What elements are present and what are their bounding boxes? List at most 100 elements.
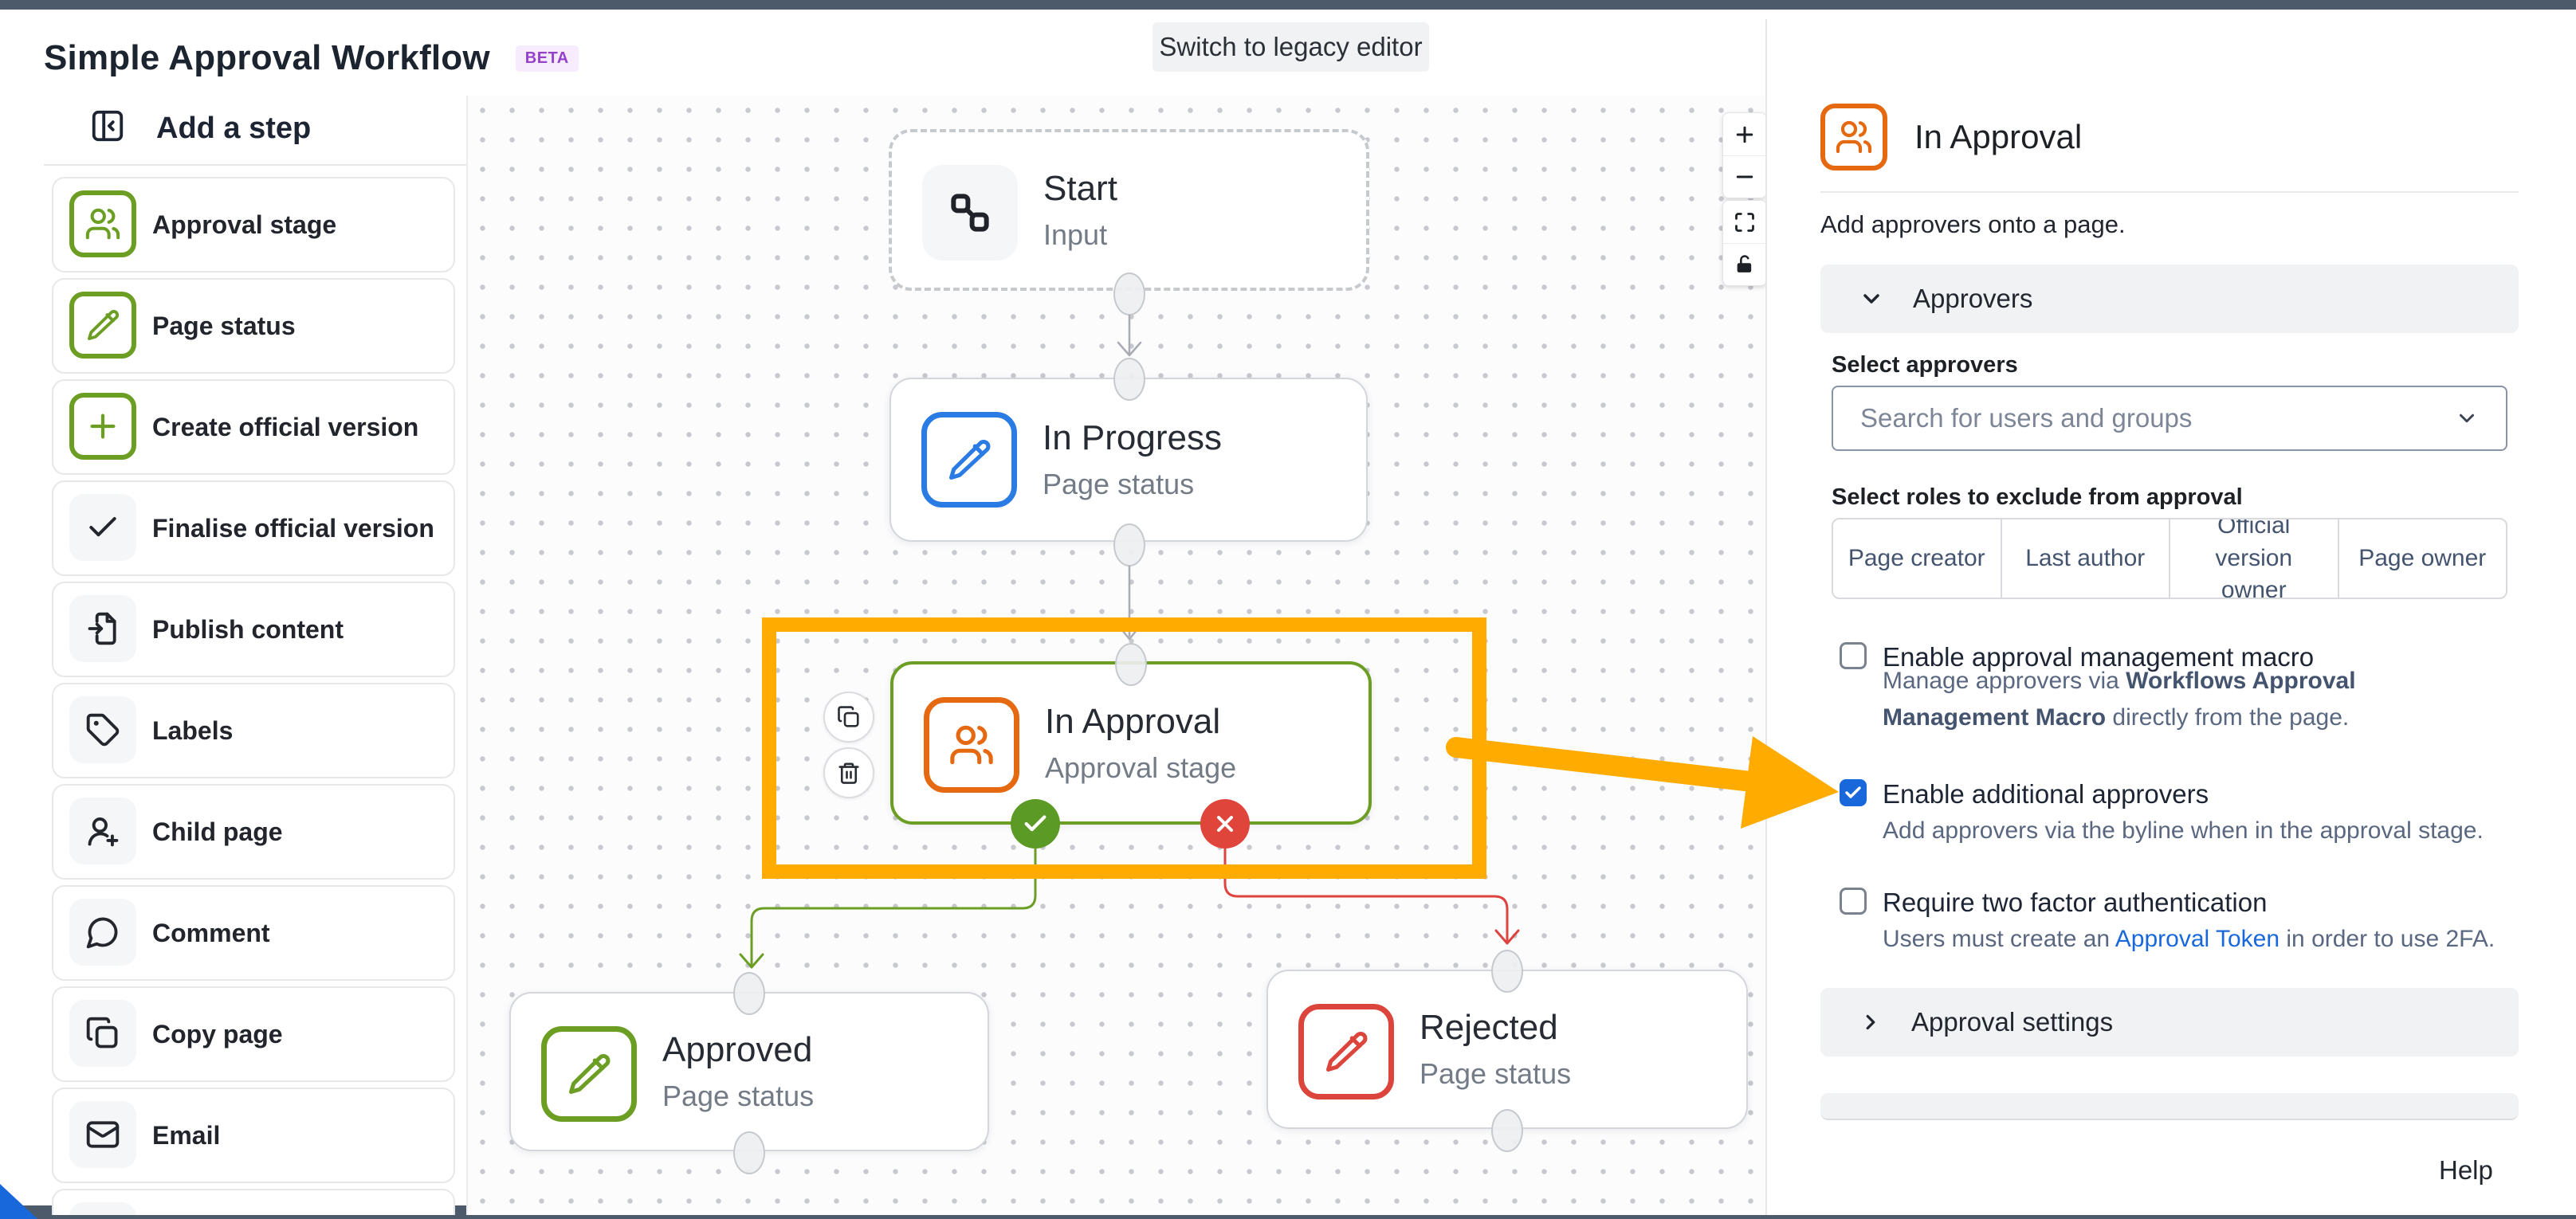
enable-additional-approvers-label: Enable additional approvers xyxy=(1883,779,2209,809)
chevron-down-icon xyxy=(2455,406,2479,430)
help-link[interactable]: Help xyxy=(2439,1155,2493,1186)
plus-icon xyxy=(69,393,136,460)
sidebar-item-copy-page[interactable]: Copy page xyxy=(52,986,455,1082)
node-approved[interactable]: Approved Page status xyxy=(509,992,989,1151)
approve-branch-icon[interactable] xyxy=(1011,799,1060,849)
workflow-editor-modal: Simple Approval Workflow BETA Switch to … xyxy=(0,10,2576,1205)
pencil-icon xyxy=(69,292,136,359)
workflow-editor: Simple Approval Workflow BETA Switch to … xyxy=(0,0,2576,1219)
role-last-author[interactable]: Last author xyxy=(2001,519,2170,598)
panel-description: Add approvers onto a page. xyxy=(1820,210,2126,239)
role-official-version-owner[interactable]: Official version owner xyxy=(2169,519,2338,598)
connector-port[interactable] xyxy=(1491,950,1523,993)
users-icon xyxy=(1820,104,1887,171)
node-subtitle: Input xyxy=(1043,218,1117,252)
sidebar-item-label: Email xyxy=(152,1121,220,1150)
comment-icon xyxy=(69,899,136,966)
require-2fa-checkbox[interactable] xyxy=(1840,888,1867,915)
sidebar-title: Add a step xyxy=(156,112,311,146)
sidebar-item-approval-stage[interactable]: Approval stage xyxy=(52,177,455,272)
add-step-sidebar: Approval stage Page status Create offici… xyxy=(24,169,467,1215)
require-2fa-description: Users must create an Approval Token in o… xyxy=(1883,921,2552,958)
node-title: In Approval xyxy=(1045,702,1236,742)
sidebar-item-label: Copy page xyxy=(152,1020,283,1049)
node-rejected[interactable]: Rejected Page status xyxy=(1266,970,1748,1129)
hidden-icon xyxy=(69,1202,136,1215)
check-icon xyxy=(69,494,136,561)
canvas-zoom-controls xyxy=(1722,112,1767,198)
node-title: Approved xyxy=(662,1030,814,1070)
sidebar-item-finalise-official-version[interactable]: Finalise official version xyxy=(52,480,455,576)
zoom-out-icon[interactable] xyxy=(1723,155,1766,198)
fit-view-icon[interactable] xyxy=(1723,201,1766,243)
node-subtitle: Page status xyxy=(662,1080,814,1113)
connector-port[interactable] xyxy=(1113,272,1145,316)
node-title: In Progress xyxy=(1043,418,1222,458)
copy-icon xyxy=(837,705,861,729)
switch-legacy-editor-button[interactable]: Switch to legacy editor xyxy=(1153,22,1429,72)
enable-macro-checkbox[interactable] xyxy=(1840,642,1867,669)
collapsed-section-partial[interactable] xyxy=(1820,1093,2519,1120)
sidebar-item-email[interactable]: Email xyxy=(52,1088,455,1183)
node-title: Rejected xyxy=(1420,1008,1571,1048)
approval-settings-expander[interactable]: Approval settings xyxy=(1820,988,2519,1056)
sidebar-item-label: Finalise official version xyxy=(152,514,434,543)
require-2fa-label: Require two factor authentication xyxy=(1883,888,2267,918)
sidebar-item-label: Page status xyxy=(152,312,296,341)
exclude-roles-group: Page creator Last author Official versio… xyxy=(1832,518,2507,599)
approvers-search-input[interactable] xyxy=(1859,402,2455,434)
role-page-owner[interactable]: Page owner xyxy=(2338,519,2507,598)
tag-icon xyxy=(69,696,136,763)
sidebar-item-child-page[interactable]: Child page xyxy=(52,784,455,880)
node-subtitle: Page status xyxy=(1420,1057,1571,1091)
enable-macro-description: Manage approvers via Workflows Approval … xyxy=(1883,663,2488,736)
connector-port[interactable] xyxy=(733,1131,765,1174)
chevron-right-icon xyxy=(1859,1010,1883,1034)
sidebar-item-label: Create official version xyxy=(152,413,418,442)
user-plus-icon xyxy=(69,798,136,864)
panel-divider xyxy=(1820,191,2519,193)
approvers-expander[interactable]: Approvers xyxy=(1820,265,2519,333)
approval-token-link[interactable]: Approval Token xyxy=(2115,926,2280,952)
delete-node-button[interactable] xyxy=(823,747,874,798)
sidebar-item-publish-content[interactable]: Publish content xyxy=(52,582,455,677)
sidebar-item-label: Approval stage xyxy=(152,210,336,240)
unlock-icon[interactable] xyxy=(1723,243,1766,285)
sidebar-item-labels[interactable]: Labels xyxy=(52,683,455,778)
approvers-select[interactable] xyxy=(1832,386,2507,451)
role-page-creator[interactable]: Page creator xyxy=(1833,519,2001,598)
sidebar-divider xyxy=(44,164,466,166)
canvas-view-controls xyxy=(1722,200,1767,286)
copy-icon xyxy=(69,1000,136,1067)
node-in-progress[interactable]: In Progress Page status xyxy=(889,378,1368,542)
sidebar-item-label: Child page xyxy=(152,817,283,847)
connector-port[interactable] xyxy=(1491,1109,1523,1152)
sidebar-item-page-status[interactable]: Page status xyxy=(52,278,455,374)
connector-port[interactable] xyxy=(1113,523,1145,566)
users-icon xyxy=(924,697,1019,793)
page-title: Simple Approval Workflow xyxy=(44,38,490,78)
sidebar-item-partial[interactable] xyxy=(52,1189,455,1215)
node-subtitle: Page status xyxy=(1043,468,1222,501)
duplicate-node-button[interactable] xyxy=(823,692,874,743)
select-approvers-label: Select approvers xyxy=(1832,352,2018,378)
trash-icon xyxy=(837,761,861,785)
sidebar-item-create-official-version[interactable]: Create official version xyxy=(52,379,455,475)
node-start[interactable]: Start Input xyxy=(889,129,1369,291)
approvers-expander-label: Approvers xyxy=(1913,284,2032,314)
reject-branch-icon[interactable] xyxy=(1200,799,1250,849)
connector-port[interactable] xyxy=(733,972,765,1015)
workflow-icon xyxy=(922,165,1018,261)
enable-additional-approvers-checkbox[interactable] xyxy=(1840,779,1867,806)
sidebar-item-comment[interactable]: Comment xyxy=(52,885,455,981)
zoom-in-icon[interactable] xyxy=(1723,113,1766,155)
pencil-icon xyxy=(1298,1004,1394,1099)
sidebar-item-label: Labels xyxy=(152,716,233,746)
check-icon xyxy=(1844,783,1863,802)
connector-port[interactable] xyxy=(1115,643,1147,686)
collapse-sidebar-icon[interactable] xyxy=(89,108,126,148)
chevron-down-icon xyxy=(1859,286,1884,312)
sidebar-item-label: Comment xyxy=(152,919,270,948)
connector-port[interactable] xyxy=(1113,358,1145,401)
background-top-bar xyxy=(0,0,2576,10)
